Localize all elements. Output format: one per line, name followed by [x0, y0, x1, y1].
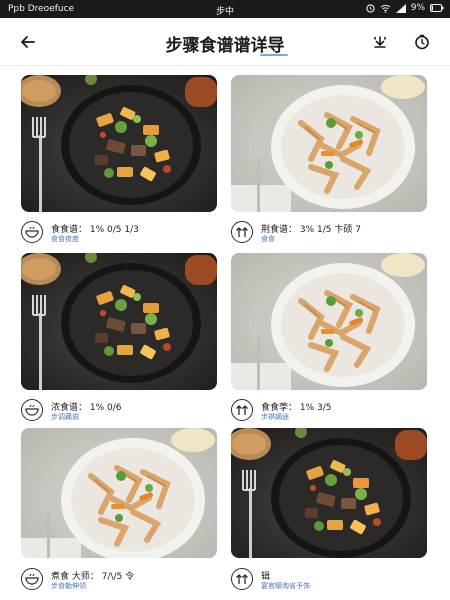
- up-arrows-icon: [231, 221, 253, 243]
- recipe-photo[interactable]: [21, 75, 217, 212]
- title-underline: [260, 54, 288, 56]
- recipe-subtitle: 步食勒伸领: [51, 582, 86, 590]
- recipe-meta: 食食谱： 1% 0/5 1/3 食食夜度: [21, 221, 217, 247]
- recipe-card[interactable]: 荆食谱： 3% 1/5 卞硕 7 食食: [231, 75, 427, 243]
- recipe-card[interactable]: 食食荸： 1% 3/5 步祺嫡途: [231, 253, 427, 421]
- status-icons: 9%: [366, 3, 444, 13]
- battery-icon: [430, 4, 444, 12]
- alarm-icon: [366, 3, 375, 13]
- download-icon: [374, 36, 386, 48]
- up-arrows-icon: [231, 568, 253, 590]
- timer-icon: [415, 34, 429, 50]
- recipe-card[interactable]: 煮食 大师： 7/\/5 令 步食勒伸领: [21, 428, 217, 590]
- recipe-photo[interactable]: [21, 253, 217, 390]
- recipe-photo[interactable]: [231, 428, 427, 558]
- dish-image: [231, 428, 427, 558]
- recipe-subtitle: 食食: [261, 235, 275, 243]
- signal-icon: [395, 3, 406, 13]
- recipe-card[interactable]: 食食谱： 1% 0/5 1/3 食食夜度: [21, 75, 217, 243]
- status-bar: Ppb Dreoefuce 步中 9%: [0, 0, 450, 18]
- wifi-icon: [380, 4, 391, 13]
- download-button[interactable]: [368, 30, 392, 54]
- battery-percent: 9%: [410, 3, 425, 13]
- recipe-meta: 食食荸： 1% 3/5 步祺嫡途: [231, 399, 427, 425]
- bowl-icon: [21, 221, 43, 243]
- dish-image: [231, 75, 427, 212]
- recipe-subtitle: 宴官聊淘省予饰: [261, 582, 310, 590]
- recipe-card[interactable]: 辑 宴官聊淘省予饰: [231, 428, 427, 590]
- recipe-subtitle: 食食夜度: [51, 235, 79, 243]
- recipe-photo[interactable]: [231, 253, 427, 390]
- dish-image: [21, 253, 217, 390]
- recipe-photo[interactable]: [231, 75, 427, 212]
- recipe-meta: 浓食谱： 1% 0/6 步调藕逾: [21, 399, 217, 425]
- recipe-subtitle: 步调藕逾: [51, 413, 79, 421]
- recipe-meta: 荆食谱： 3% 1/5 卞硕 7 食食: [231, 221, 427, 247]
- recipe-card[interactable]: 浓食谱： 1% 0/6 步调藕逾: [21, 253, 217, 421]
- timer-button[interactable]: [410, 30, 434, 54]
- dish-image: [231, 253, 427, 390]
- dish-image: [21, 428, 217, 558]
- bowl-icon: [21, 399, 43, 421]
- up-arrows-icon: [231, 399, 253, 421]
- app-header: 步骤食谱谱详导: [0, 18, 450, 66]
- recipe-photo[interactable]: [21, 428, 217, 558]
- bowl-icon: [21, 568, 43, 590]
- recipe-meta: 辑 宴官聊淘省予饰: [231, 568, 427, 594]
- recipe-title: 荆食谱： 3% 1/5 卞硕 7: [261, 225, 361, 235]
- dish-image: [21, 75, 217, 212]
- recipe-meta: 煮食 大师： 7/\/5 令 步食勒伸领: [21, 568, 217, 594]
- recipe-subtitle: 步祺嫡途: [261, 413, 289, 421]
